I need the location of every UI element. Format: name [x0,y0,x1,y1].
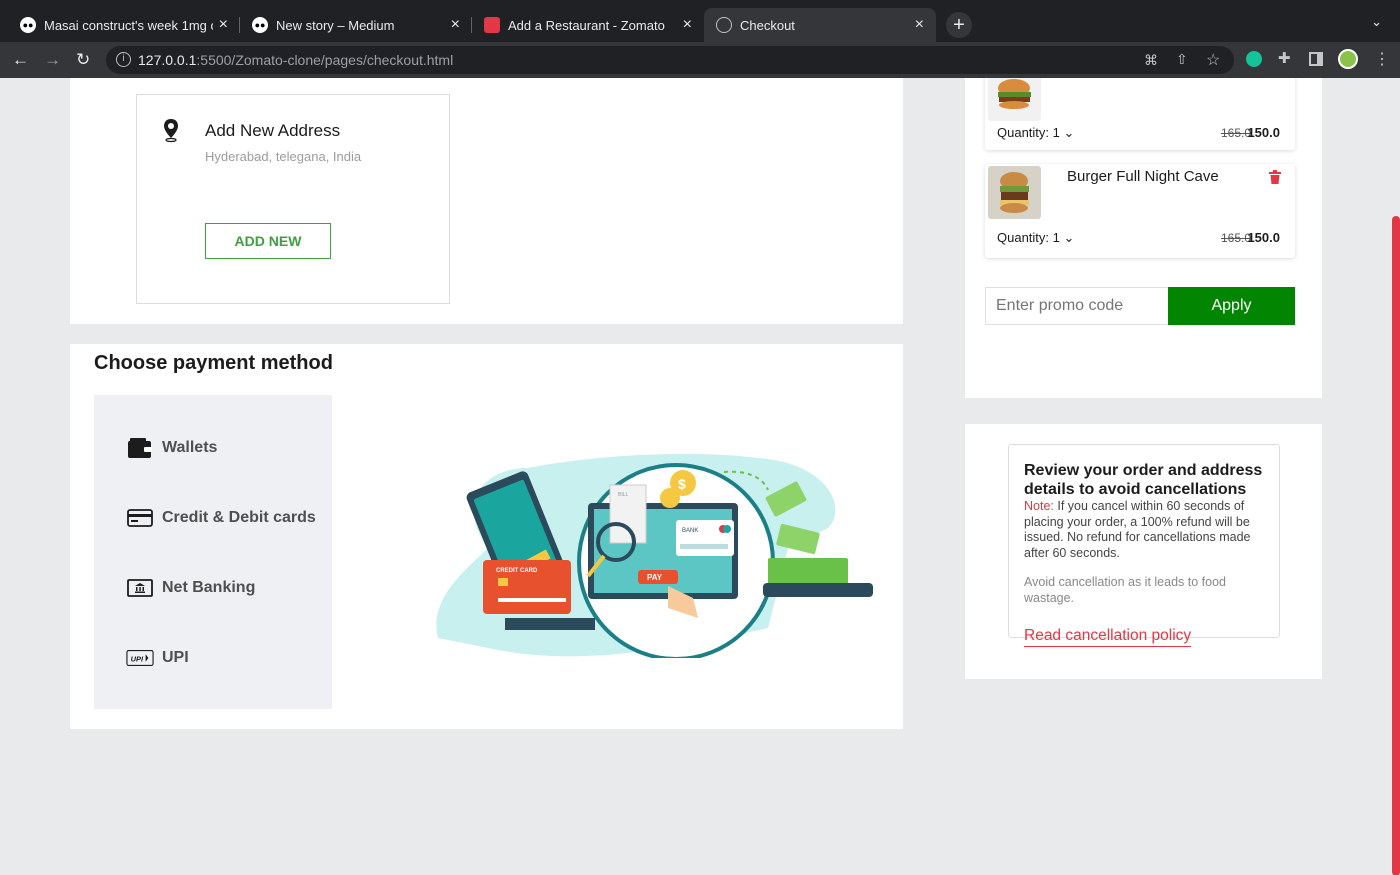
payment-method-list: Wallets Credit & Debit cards Net Banking… [94,395,332,709]
menu-kebab-icon[interactable]: ⋮ [1374,49,1390,69]
illustration-credit-card-label: CREDIT CARD [496,568,538,574]
close-icon[interactable]: × [683,16,692,34]
medium-icon: ●● [252,17,268,33]
tab-checkout[interactable]: Checkout × [704,8,936,42]
close-icon[interactable]: × [219,16,228,34]
payment-method-cards[interactable]: Credit & Debit cards [126,506,316,530]
browser-toolbar: ← → ↻ i 127.0.0.1:5500/Zomato-clone/page… [0,42,1400,78]
tab-title: New story – Medium [276,17,395,33]
payment-method-label: Net Banking [162,579,256,596]
burger-image [988,166,1041,219]
review-title: Review your order and address details to… [1024,462,1263,498]
payment-title: Choose payment method [94,352,333,374]
url-host: 127.0.0.1 [138,52,197,68]
review-section: Review your order and address details to… [965,424,1322,679]
url-path: :5500/Zomato-clone/pages/checkout.html [196,52,454,68]
review-note: Note: If you cancel within 60 seconds of… [1024,499,1269,561]
chevron-down-icon: ⌄ [1063,125,1075,140]
tab-medium-new-story[interactable]: ●● New story – Medium × [240,8,472,42]
quantity-label: Quantity: 1 [997,230,1060,245]
payment-method-label: Credit & Debit cards [162,509,316,526]
page-scrollbar-thumb[interactable] [1392,216,1400,875]
address-bar[interactable]: i 127.0.0.1:5500/Zomato-clone/pages/chec… [106,46,1234,74]
cart-item: Burger Full Night Cave Quantity: 1 ⌄ 165… [985,164,1295,258]
location-pin-icon [164,119,178,143]
add-new-address-button[interactable]: ADD NEW [205,223,331,259]
burger-image [988,78,1041,121]
tab-strip: ●● Masai construct's week 1mg cl × ●● Ne… [8,8,936,42]
illustration-bank-label: BANK [682,528,698,534]
price-new: 150.0 [1247,125,1280,140]
illustration-bill-label: BILL [618,492,629,498]
item-name: Burger Full Night Cave [1067,168,1219,185]
tab-title: Add a Restaurant - Zomato [508,17,665,33]
note-text: If you cancel within 60 seconds of placi… [1024,499,1251,560]
tab-title: Masai construct's week 1mg cl [44,17,213,33]
svg-text:UPI: UPI [131,654,144,663]
payment-method-netbanking[interactable]: Net Banking [126,576,255,600]
side-panel-icon[interactable] [1309,52,1323,66]
address-section: Add New Address Hyderabad, telegana, Ind… [70,78,903,324]
illustration-pay-label: PAY [647,573,663,582]
bank-icon [126,579,154,597]
reload-icon[interactable]: ↻ [76,50,90,70]
svg-text:$: $ [678,476,686,492]
add-address-card: Add New Address Hyderabad, telegana, Ind… [136,94,450,304]
upi-icon: UPI [126,649,154,667]
grammarly-icon[interactable] [1246,51,1262,67]
review-avoid-text: Avoid cancellation as it leads to food w… [1024,575,1226,605]
address-title: Add New Address [205,121,341,140]
translate-icon[interactable]: ⌘ [1144,52,1158,69]
payment-section: Choose payment method Wallets Credit & D… [70,344,903,729]
payment-method-label: UPI [162,649,189,666]
close-icon[interactable]: × [915,16,924,34]
new-tab-button[interactable]: + [946,12,972,38]
payment-method-label: Wallets [162,439,218,456]
price-new: 150.0 [1247,230,1280,245]
tab-search-chevron-icon[interactable]: ⌄ [1371,14,1382,30]
quantity-dropdown[interactable]: Quantity: 1 ⌄ [997,125,1074,141]
apply-promo-button[interactable]: Apply [1168,287,1295,325]
promo-code-input[interactable]: Enter promo code [985,287,1169,325]
page-viewport: Add New Address Hyderabad, telegana, Ind… [0,78,1400,875]
review-notice-box: Review your order and address details to… [1008,444,1280,647]
share-icon[interactable]: ⇧ [1176,51,1188,68]
credit-card-icon [126,509,154,527]
cart-item: Quantity: 1 ⌄ 165.0 150.0 [985,78,1295,150]
back-arrow-icon[interactable]: ← [12,50,29,70]
medium-icon: ●● [20,17,36,33]
site-info-icon[interactable]: i [116,52,131,67]
tab-medium-1mg[interactable]: ●● Masai construct's week 1mg cl × [8,8,240,42]
cart-section: Quantity: 1 ⌄ 165.0 150.0 Burger Full Ni… [965,78,1322,398]
extensions-icon[interactable]: ✚ [1278,49,1291,67]
wallet-icon [126,437,154,459]
forward-arrow-icon[interactable]: → [44,50,61,70]
quantity-label: Quantity: 1 [997,125,1060,140]
zomato-icon [484,17,500,33]
address-subtitle: Hyderabad, telegana, India [205,149,362,164]
globe-icon [716,17,732,33]
profile-avatar[interactable] [1338,49,1358,69]
tab-title: Checkout [740,17,795,33]
note-label: Note: [1024,499,1054,513]
payment-illustration: BANK BILL $ PAY CREDIT CARD [436,453,873,658]
cancellation-policy-link[interactable]: Read cancellation policy [1024,627,1192,647]
trash-icon[interactable] [1269,170,1281,184]
chevron-down-icon: ⌄ [1063,230,1075,245]
star-icon[interactable]: ☆ [1206,50,1220,70]
tab-zomato[interactable]: Add a Restaurant - Zomato × [472,8,704,42]
browser-chrome: ●● Masai construct's week 1mg cl × ●● Ne… [0,0,1400,78]
payment-method-upi[interactable]: UPI UPI [126,646,189,670]
payment-method-wallets[interactable]: Wallets [126,436,217,460]
quantity-dropdown[interactable]: Quantity: 1 ⌄ [997,230,1074,246]
close-icon[interactable]: × [451,16,460,34]
